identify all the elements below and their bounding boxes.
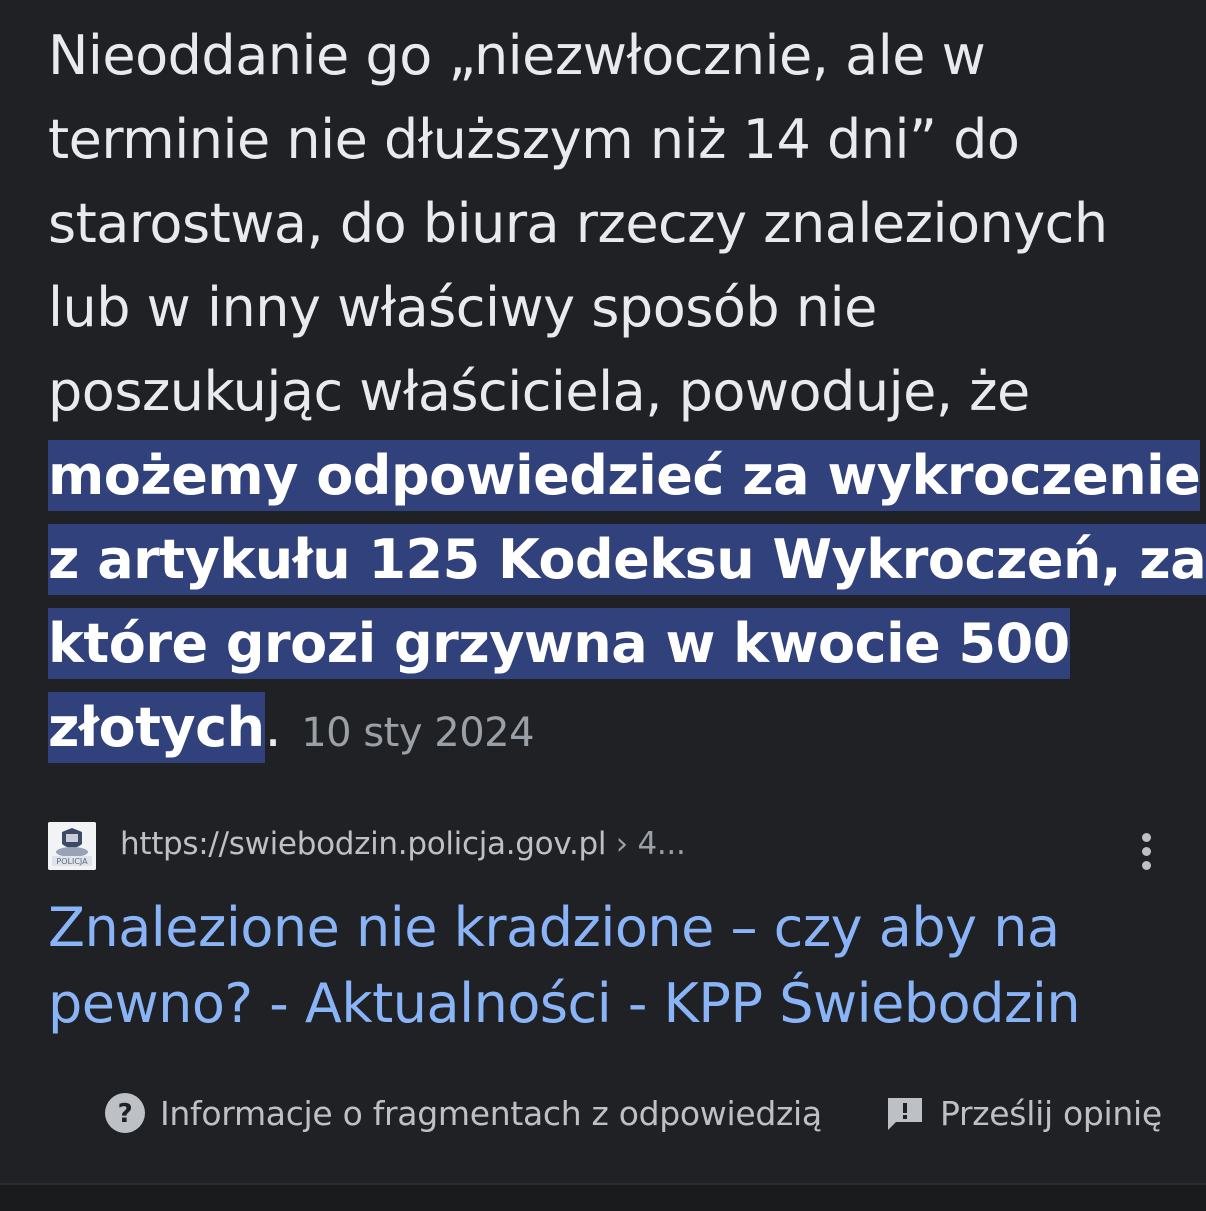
result-title-line: pewno? - Aktualności - KPP Świebodzin xyxy=(48,972,1081,1035)
svg-text:POLICJA: POLICJA xyxy=(56,857,88,866)
about-snippets-label: Informacje o fragmentach z odpowiedzią xyxy=(160,1093,822,1133)
snippet-highlight-line: możemy odpowiedzieć za wykroczenie xyxy=(48,434,1201,518)
highlighted-answer: możemy odpowiedzieć za wykroczenie xyxy=(48,440,1201,511)
snippet-line: starostwa, do biura rzeczy znalezionych xyxy=(48,192,1108,255)
feedback-icon xyxy=(884,1092,926,1134)
snippet-highlight-line: które grozi grzywna w kwocie 500 xyxy=(48,602,1168,686)
snippet-footer: ? Informacje o fragmentach z odpowiedzią… xyxy=(104,1090,1164,1136)
about-snippets-link[interactable]: ? Informacje o fragmentach z odpowiedzią xyxy=(104,1090,822,1136)
snippet-highlight-line: z artykułu 125 Kodeksu Wykroczeń, za xyxy=(48,518,1206,602)
svg-text:?: ? xyxy=(118,1099,133,1129)
snippet-line: lub w inny właściwy sposób nie xyxy=(48,276,877,339)
highlighted-answer: z artykułu 125 Kodeksu Wykroczeń, za xyxy=(48,524,1206,595)
snippet-period: . xyxy=(264,696,282,759)
snippet-line: poszukując właściciela, powoduje, że xyxy=(48,360,1030,423)
result-title-line: Znalezione nie kradzione – czy aby na xyxy=(48,896,1060,959)
result-source[interactable]: POLICJA https://swiebodzin.policja.gov.p… xyxy=(48,822,1158,870)
bottom-divider xyxy=(0,1183,1206,1211)
result-url-domain: https://swiebodzin.policja.gov.pl xyxy=(120,826,607,862)
send-feedback-link[interactable]: Prześlij opinię xyxy=(884,1090,1162,1136)
policja-logo-icon: POLICJA xyxy=(48,822,96,870)
more-vert-icon[interactable] xyxy=(1134,830,1158,874)
snippet-line: terminie nie dłuższym niż 14 dni” do xyxy=(48,108,1020,171)
send-feedback-label: Prześlij opinię xyxy=(940,1093,1162,1133)
help-circle-icon: ? xyxy=(104,1092,146,1134)
snippet-line: Nieoddanie go „niezwłocznie, ale w xyxy=(48,24,986,87)
snippet-highlight-line: złotych. 10 sty 2024 xyxy=(48,686,1168,770)
result-title-link[interactable]: Znalezione nie kradzione – czy aby na pe… xyxy=(48,890,1168,1042)
featured-snippet-text: Nieoddanie go „niezwłocznie, ale w termi… xyxy=(48,14,1206,770)
result-url-breadcrumb: › 4... xyxy=(606,826,686,862)
result-url[interactable]: https://swiebodzin.policja.gov.pl › 4... xyxy=(120,826,686,862)
snippet-date: 10 sty 2024 xyxy=(301,710,535,756)
highlighted-answer: złotych xyxy=(48,692,265,763)
highlighted-answer: które grozi grzywna w kwocie 500 xyxy=(48,608,1070,679)
